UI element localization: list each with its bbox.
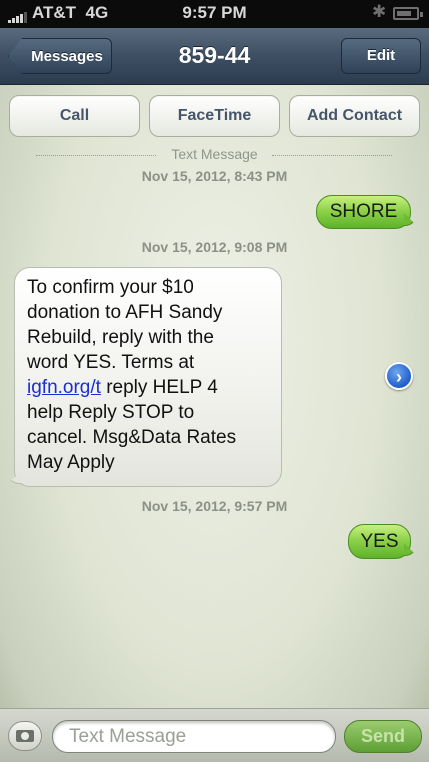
call-button[interactable]: Call: [9, 95, 140, 137]
message-line: word YES. Terms at: [27, 352, 195, 373]
battery-icon: [393, 7, 423, 20]
timestamp: Nov 15, 2012, 9:57 PM: [141, 498, 288, 514]
message-line: donation to AFH Sandy: [27, 302, 223, 323]
message-link[interactable]: igfn.org/t: [27, 377, 101, 398]
sent-message-bubble[interactable]: SHORE: [316, 195, 411, 229]
message-line: May Apply: [27, 452, 115, 473]
timestamp: Nov 15, 2012, 8:43 PM: [141, 168, 288, 184]
received-message-bubble[interactable]: To confirm your $10 donation to AFH Sand…: [14, 267, 282, 487]
bluetooth-icon: ✱: [372, 2, 387, 21]
camera-button[interactable]: [8, 721, 42, 751]
navigation-bar: Messages 859-44 Edit: [0, 28, 429, 85]
message-line: Rebuild, reply with the: [27, 327, 214, 348]
timestamp: Nov 15, 2012, 9:08 PM: [141, 239, 288, 255]
messages-screen: AT&T 4G 9:57 PM ✱ Messages 859-44 Edit C…: [0, 0, 429, 762]
message-line: igfn.org/t reply HELP 4: [27, 375, 269, 400]
message-input[interactable]: Text Message: [52, 720, 336, 753]
message-text: reply HELP 4: [100, 377, 218, 398]
sent-message-bubble[interactable]: YES: [348, 524, 411, 559]
edit-button[interactable]: Edit: [341, 38, 421, 74]
add-contact-button[interactable]: Add Contact: [289, 95, 420, 137]
facetime-button[interactable]: FaceTime: [149, 95, 280, 137]
thread-type-separator: Text Message: [0, 146, 429, 162]
send-button[interactable]: Send: [344, 720, 422, 753]
message-line: help Reply STOP to: [27, 402, 195, 423]
message-line: To confirm your $10: [27, 277, 194, 298]
clock: 9:57 PM: [182, 3, 247, 22]
status-bar: AT&T 4G 9:57 PM ✱: [0, 0, 429, 28]
detail-disclosure-icon[interactable]: ›: [385, 362, 413, 390]
message-line: cancel. Msg&Data Rates: [27, 427, 237, 448]
separator-label: Text Message: [171, 146, 258, 162]
message-composer: Text Message Send: [0, 708, 429, 762]
